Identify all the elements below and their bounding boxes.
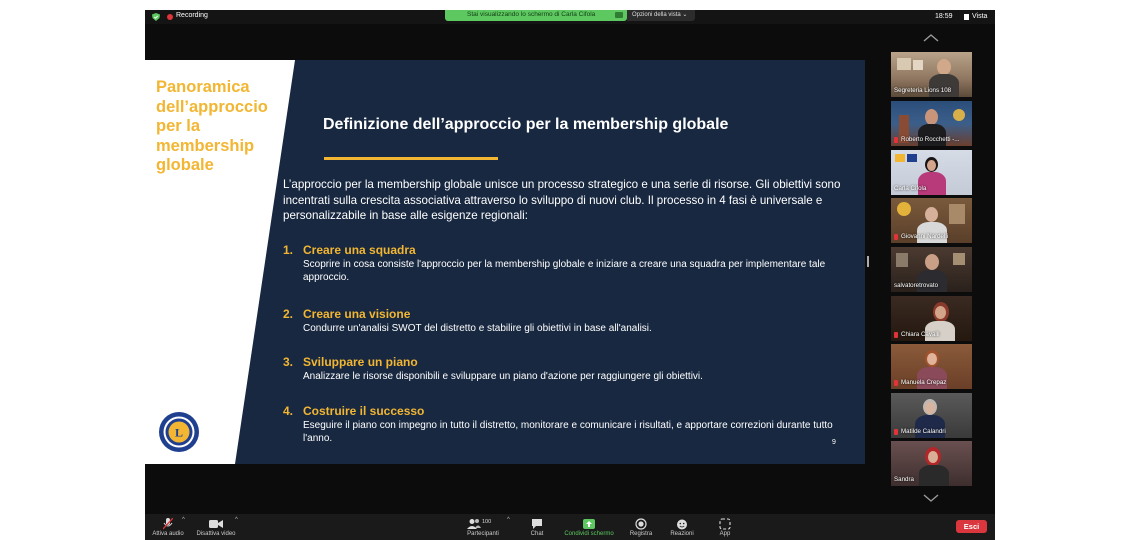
muted-microphone-icon bbox=[163, 518, 173, 530]
chevron-up-icon[interactable] bbox=[923, 34, 939, 42]
participant-name: Giovanni Nardelli bbox=[901, 233, 949, 240]
view-button[interactable]: Vista bbox=[972, 13, 987, 20]
meeting-toolbar: Attiva audio ^ Disattiva video ^ 100 Par… bbox=[145, 514, 995, 540]
recording-label: Recording bbox=[176, 12, 208, 19]
reactions-label: Reazioni bbox=[670, 531, 694, 537]
participant-tile[interactable]: Chiara Cavalli bbox=[891, 296, 972, 341]
audio-options-caret[interactable]: ^ bbox=[182, 517, 185, 523]
participant-tile[interactable]: Roberto Rocchetti -... bbox=[891, 101, 972, 146]
participant-name: Roberto Rocchetti -... bbox=[901, 136, 960, 143]
apps-icon bbox=[719, 518, 731, 530]
step-description: Condurre un'analisi SWOT del distretto e… bbox=[303, 323, 652, 334]
stop-video-button[interactable]: Disattiva video bbox=[193, 518, 239, 537]
step-number: 4. bbox=[283, 404, 294, 418]
step-description: Eseguire il piano con impegno in tutto i… bbox=[303, 420, 833, 445]
reactions-icon bbox=[677, 519, 687, 530]
participant-tile[interactable]: Sandra bbox=[891, 441, 972, 486]
zoom-window: Recording Stai visualizzando lo schermo … bbox=[145, 10, 995, 540]
share-status-icon bbox=[615, 12, 623, 18]
screen-share-banner[interactable]: Stai visualizzando lo schermo di Carla C… bbox=[445, 10, 627, 21]
chat-button[interactable]: Chat bbox=[527, 518, 547, 537]
share-screen-label: Condividi schermo bbox=[564, 531, 614, 537]
view-options-label: Opzioni della vista ⌄ bbox=[632, 12, 688, 18]
participant-name: Matilde Calandri bbox=[901, 428, 946, 435]
leave-meeting-button[interactable]: Esci bbox=[956, 520, 987, 533]
step-title: Costruire il successo bbox=[303, 404, 425, 418]
participants-icon bbox=[467, 519, 481, 529]
step-number: 3. bbox=[283, 355, 294, 369]
slide-intro: L’approccio per la membership globale un… bbox=[283, 178, 841, 222]
participant-name: Segreteria Lions 108 bbox=[894, 87, 952, 94]
apps-label: App bbox=[719, 531, 731, 537]
chat-icon bbox=[532, 519, 542, 529]
participants-label: Partecipanti bbox=[467, 531, 499, 537]
participant-tile-active-speaker[interactable]: Carla Cifola bbox=[891, 150, 972, 195]
lions-logo-icon: L bbox=[159, 412, 199, 452]
participant-name: Carla Cifola bbox=[894, 185, 927, 192]
reactions-button[interactable]: Reazioni bbox=[668, 518, 696, 537]
title-underline bbox=[324, 157, 498, 160]
participant-name: Manuela Crepaz bbox=[901, 379, 947, 386]
participants-options-caret[interactable]: ^ bbox=[507, 517, 510, 523]
clock: 18:59 bbox=[935, 13, 953, 20]
step-number: 1. bbox=[283, 243, 294, 257]
record-icon bbox=[635, 518, 647, 530]
chat-label: Chat bbox=[530, 531, 544, 537]
video-options-caret[interactable]: ^ bbox=[235, 517, 238, 523]
audio-label: Attiva audio bbox=[152, 531, 184, 537]
security-shield-icon[interactable] bbox=[152, 13, 160, 21]
record-button[interactable]: Registra bbox=[627, 518, 655, 537]
participant-tile[interactable]: Matilde Calandri bbox=[891, 393, 972, 438]
view-options-button[interactable]: Opzioni della vista ⌄ bbox=[627, 10, 695, 21]
muted-mic-icon bbox=[894, 332, 898, 338]
participant-name: Chiara Cavalli bbox=[901, 331, 940, 338]
step-title: Creare una squadra bbox=[303, 243, 416, 257]
shared-slide: Panoramica dell’approccio per la members… bbox=[145, 60, 865, 464]
participant-tile[interactable]: Segreteria Lions 108 bbox=[891, 52, 972, 97]
slide-page-number: 9 bbox=[832, 439, 836, 446]
slide-title: Definizione dell’approccio per la member… bbox=[323, 116, 729, 133]
step-number: 2. bbox=[283, 307, 294, 321]
participant-tile[interactable]: Giovanni Nardelli bbox=[891, 198, 972, 243]
record-label: Registra bbox=[629, 531, 653, 537]
step-description: Analizzare le risorse disponibili e svil… bbox=[303, 371, 703, 382]
share-banner-text: Stai visualizzando lo schermo di Carla C… bbox=[467, 11, 596, 18]
share-screen-button[interactable]: Condividi schermo bbox=[559, 518, 619, 537]
leave-meeting-label: Esci bbox=[963, 522, 980, 531]
svg-text:L: L bbox=[175, 426, 183, 440]
participant-tile[interactable]: salvatoretrovato bbox=[891, 247, 972, 292]
muted-mic-icon bbox=[894, 429, 898, 435]
muted-mic-icon bbox=[894, 380, 898, 386]
share-screen-icon bbox=[583, 519, 595, 529]
apps-button[interactable]: App bbox=[713, 518, 737, 537]
participant-tile[interactable]: Manuela Crepaz bbox=[891, 344, 972, 389]
top-bar: Recording Stai visualizzando lo schermo … bbox=[145, 10, 995, 24]
video-camera-icon bbox=[209, 520, 223, 528]
muted-mic-icon bbox=[894, 234, 898, 240]
participants-count: 100 bbox=[482, 519, 492, 525]
participants-button[interactable]: 100 Partecipanti bbox=[463, 518, 503, 537]
slide-side-title: Panoramica dell’approccio per la members… bbox=[156, 78, 268, 174]
view-grid-icon[interactable] bbox=[964, 14, 969, 20]
video-label: Disattiva video bbox=[196, 531, 236, 537]
step-title: Sviluppare un piano bbox=[303, 355, 418, 369]
split-drag-handle[interactable] bbox=[867, 256, 869, 267]
step-title: Creare una visione bbox=[303, 307, 411, 321]
step-description: Scoprire in cosa consiste l'approccio pe… bbox=[303, 259, 826, 284]
unmute-audio-button[interactable]: Attiva audio bbox=[150, 518, 186, 537]
participant-name: salvatoretrovato bbox=[894, 282, 939, 289]
recording-icon bbox=[167, 14, 173, 20]
participant-name: Sandra bbox=[894, 476, 914, 483]
chevron-down-icon[interactable] bbox=[923, 494, 939, 502]
muted-mic-icon bbox=[894, 137, 898, 143]
